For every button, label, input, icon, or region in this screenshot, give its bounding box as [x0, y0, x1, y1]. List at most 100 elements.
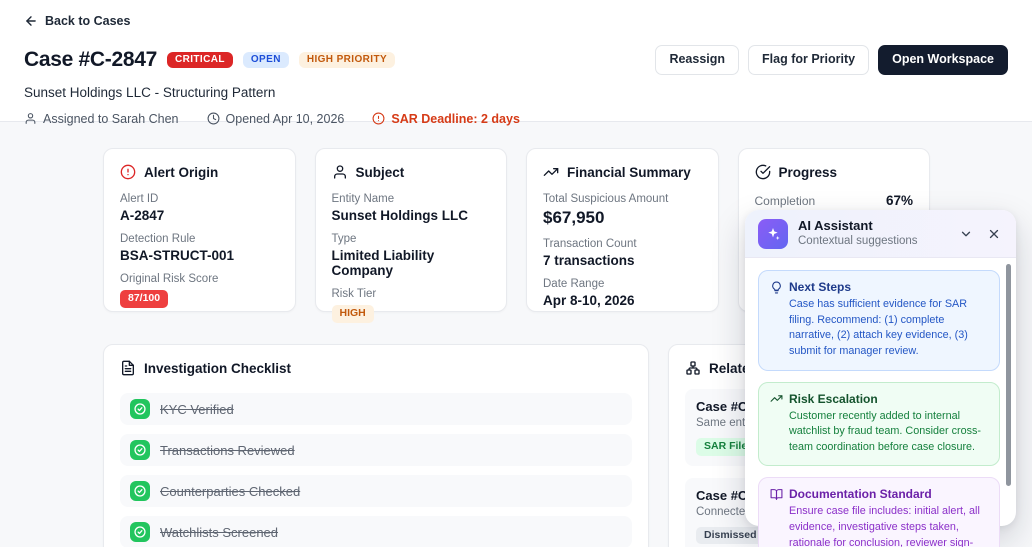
- status-badge-critical: CRITICAL: [167, 51, 233, 68]
- date-range-field: Date Range Apr 8-10, 2026: [543, 278, 702, 308]
- field-label: Date Range: [543, 278, 605, 290]
- checklist-item-watchlists[interactable]: Watchlists Screened: [120, 516, 632, 547]
- completion-value: 67%: [885, 193, 913, 208]
- field-label: Detection Rule: [120, 233, 196, 245]
- field-label: Transaction Count: [543, 238, 637, 250]
- card-title: Alert Origin: [144, 164, 219, 180]
- check-circle-icon: [130, 440, 150, 460]
- ai-panel-scrollbar[interactable]: [1006, 264, 1011, 486]
- card-title: Subject: [355, 164, 405, 180]
- lightbulb-icon: [770, 281, 783, 294]
- check-circle-icon: [130, 522, 150, 542]
- suggestion-title-row: Documentation Standard: [770, 487, 988, 501]
- alert-circle-icon: [372, 112, 385, 125]
- subject-card: Subject Entity Name Sunset Holdings LLC …: [314, 148, 507, 323]
- card-title: Progress: [778, 164, 838, 180]
- card-title: Financial Summary: [567, 164, 691, 180]
- title-row: Case #C-2847 CRITICAL OPEN HIGH PRIORITY…: [24, 45, 1008, 75]
- suggestion-risk-escalation: Risk Escalation Customer recently added …: [758, 381, 1000, 467]
- suggestion-documentation-standard: Documentation Standard Ensure case file …: [758, 477, 1000, 547]
- suggestion-next-steps: Next Steps Case has sufficient evidence …: [758, 270, 1000, 371]
- field-value: Sunset Holdings LLC: [331, 208, 469, 223]
- ai-assistant-title: AI Assistant: [798, 218, 873, 234]
- user-icon: [332, 164, 348, 180]
- suggestion-body: Customer recently added to internal watc…: [789, 409, 982, 453]
- trend-up-icon: [543, 164, 559, 180]
- checklist-title-row: Investigation Checklist: [120, 360, 632, 376]
- risk-score-badge: 87/100: [120, 290, 169, 308]
- field-label: Entity Name: [331, 193, 395, 205]
- alert-id-field: Alert ID A-2847: [120, 193, 279, 223]
- header-actions: Reassign Flag for Priority Open Workspac…: [655, 45, 1008, 75]
- field-label: Alert ID: [120, 193, 159, 205]
- checklist-item-kyc[interactable]: KYC Verified: [120, 393, 632, 425]
- checklist-item-label: Transactions Reviewed: [160, 442, 295, 458]
- ai-assistant-titles: AI Assistant Contextual suggestions: [798, 218, 918, 249]
- assignee-meta: Assigned to Sarah Chen: [24, 112, 179, 126]
- suspicious-amount-field: Total Suspicious Amount $67,950: [543, 193, 702, 228]
- alert-circle-icon: [120, 164, 136, 180]
- field-label: Risk Tier: [331, 288, 377, 300]
- progress-title-row: Progress: [755, 164, 914, 180]
- ai-assistant-header: AI Assistant Contextual suggestions: [745, 210, 1016, 258]
- status-badge-high-priority: HIGH PRIORITY: [298, 51, 396, 68]
- flag-for-priority-button[interactable]: Flag for Priority: [748, 45, 870, 75]
- sparkles-icon: [758, 218, 788, 249]
- field-value: BSA-STRUCT-001: [120, 248, 235, 263]
- entity-type-field: Type Limited Liability Company: [332, 233, 491, 278]
- sar-deadline-label: SAR Deadline: 2 days: [391, 111, 520, 126]
- field-value: 7 transactions: [543, 253, 635, 268]
- arrow-left-icon: [24, 14, 38, 28]
- card-title: Investigation Checklist: [144, 360, 292, 376]
- suggestion-body: Ensure case file includes: initial alert…: [789, 505, 980, 547]
- suggestion-title-row: Next Steps: [770, 280, 988, 294]
- field-value: A-2847: [120, 208, 165, 223]
- field-label: Total Suspicious Amount: [543, 193, 669, 205]
- checklist-item-transactions[interactable]: Transactions Reviewed: [120, 434, 632, 466]
- checklist-item-counterparties[interactable]: Counterparties Checked: [120, 475, 632, 507]
- status-badge-open: OPEN: [242, 51, 289, 68]
- close-button[interactable]: [985, 225, 1003, 243]
- suggestion-title: Next Steps: [789, 280, 852, 294]
- document-icon: [120, 360, 136, 376]
- detection-rule-field: Detection Rule BSA-STRUCT-001: [120, 233, 279, 263]
- entity-name-field: Entity Name Sunset Holdings LLC: [332, 193, 491, 223]
- financial-title-row: Financial Summary: [543, 164, 702, 180]
- back-link-label: Back to Cases: [45, 14, 131, 28]
- back-to-cases-link[interactable]: Back to Cases: [24, 14, 130, 28]
- network-icon: [685, 360, 701, 376]
- risk-tier-badge: HIGH: [331, 305, 374, 323]
- opened-label: Opened Apr 10, 2026: [225, 111, 345, 126]
- field-value: Apr 8-10, 2026: [543, 293, 635, 308]
- check-circle-icon: [755, 164, 771, 180]
- completion-row: Completion 67%: [755, 193, 914, 208]
- suggestion-body: Case has sufficient evidence for SAR fil…: [789, 298, 968, 357]
- alert-origin-title-row: Alert Origin: [120, 164, 279, 180]
- page-header: Back to Cases Case #C-2847 CRITICAL OPEN…: [0, 0, 1032, 126]
- checklist-item-label: KYC Verified: [160, 401, 234, 417]
- ai-header-actions: [957, 225, 1003, 243]
- subject-title-row: Subject: [332, 164, 491, 180]
- suggestion-title: Documentation Standard: [789, 487, 932, 502]
- risk-tier-field: Risk Tier HIGH: [331, 288, 491, 323]
- chevron-down-icon: [959, 227, 973, 241]
- field-label: Type: [331, 233, 357, 245]
- field-label: Original Risk Score: [120, 273, 219, 285]
- user-icon: [24, 112, 37, 125]
- field-value: $67,950: [543, 208, 605, 227]
- book-icon: [770, 488, 783, 501]
- open-workspace-button[interactable]: Open Workspace: [878, 45, 1008, 75]
- page-title: Case #C-2847: [24, 47, 157, 71]
- ai-suggestions-list: Next Steps Case has sufficient evidence …: [745, 258, 1016, 547]
- close-icon: [987, 227, 1001, 241]
- risk-score-field: Original Risk Score 87/100: [120, 273, 279, 308]
- reassign-button[interactable]: Reassign: [655, 45, 740, 75]
- assignee-label: Assigned to Sarah Chen: [43, 111, 179, 126]
- collapse-button[interactable]: [957, 225, 975, 243]
- check-circle-icon: [130, 399, 150, 419]
- checklist-item-label: Counterparties Checked: [160, 483, 301, 499]
- alert-origin-card: Alert Origin Alert ID A-2847 Detection R…: [103, 148, 296, 312]
- investigation-checklist-card: Investigation Checklist KYC Verified Tra…: [103, 344, 649, 547]
- checklist-item-label: Watchlists Screened: [160, 524, 279, 540]
- sar-deadline-meta: SAR Deadline: 2 days: [372, 112, 520, 126]
